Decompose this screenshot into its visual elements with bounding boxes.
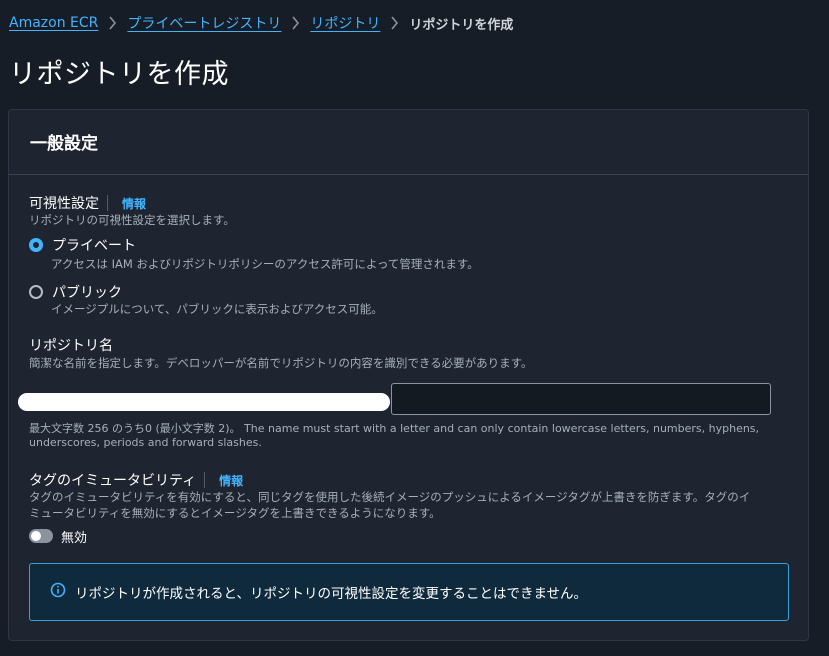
alert-text: リポジトリが作成されると、リポジトリの可視性設定を変更することはできません。 <box>75 586 588 602</box>
radio-public-row[interactable]: パブリック <box>29 282 122 302</box>
breadcrumb-current: リポジトリを作成 <box>409 17 514 33</box>
visibility-info-link[interactable]: 情報 <box>122 195 146 212</box>
chevron-right-icon <box>108 16 117 30</box>
radio-public-label[interactable]: パブリック <box>52 282 122 302</box>
tag-immutability-description-line1: タグのイミュータビリティを有効にすると、同じタグを使用した後続イメージのプッシュ… <box>29 490 751 504</box>
tag-immutability-label-row: タグのイミュータビリティ 情報 <box>29 470 243 490</box>
repository-name-label: リポジトリ名 <box>29 338 113 354</box>
general-settings-panel: 一般設定 <box>8 109 809 641</box>
redacted-registry-prefix <box>18 393 390 411</box>
chevron-right-icon <box>390 16 399 30</box>
divider <box>107 195 108 211</box>
radio-private-description: アクセスは IAM およびリポジトリポリシーのアクセス許可によって管理されます。 <box>51 257 479 271</box>
breadcrumb-link-repositories[interactable]: リポジトリ <box>310 13 380 33</box>
tag-immutability-info-link[interactable]: 情報 <box>219 472 243 489</box>
divider <box>204 472 206 488</box>
radio-public-description: イメージプルについて、パブリックに表示およびアクセス可能。 <box>51 302 383 316</box>
tag-immutability-toggle-label[interactable]: 無効 <box>61 527 87 546</box>
info-circle-icon <box>50 582 66 602</box>
tag-immutability-toggle[interactable] <box>29 529 53 543</box>
breadcrumb-link-private-registry[interactable]: プライベートレジストリ <box>127 13 281 33</box>
tag-immutability-label: タグのイミュータビリティ <box>29 473 197 489</box>
panel-title: 一般設定 <box>30 134 98 154</box>
page-title: リポジトリを作成 <box>9 59 229 90</box>
repository-name-description: 簡潔な名前を指定します。デベロッパーが名前でリポジトリの内容を識別できる必要があ… <box>29 356 533 370</box>
repository-name-constraint-line2: underscores, periods and forward slashes… <box>29 436 262 449</box>
panel-header: 一般設定 <box>9 110 808 175</box>
visibility-settings-label-row: 可視性設定 情報 <box>29 193 146 213</box>
breadcrumb: Amazon ECR プライベートレジストリ リポジトリ リポジトリを作成 <box>9 12 513 34</box>
breadcrumb-link-amazon-ecr[interactable]: Amazon ECR <box>9 15 98 31</box>
repository-name-input[interactable] <box>391 383 771 415</box>
visibility-info-alert: リポジトリが作成されると、リポジトリの可視性設定を変更することはできません。 <box>29 563 789 621</box>
radio-private-label[interactable]: プライベート <box>52 235 136 255</box>
toggle-knob <box>31 531 41 541</box>
radio-private-row[interactable]: プライベート <box>29 235 136 255</box>
visibility-settings-description: リポジトリの可視性設定を選択します。 <box>29 213 235 227</box>
visibility-settings-label: 可視性設定 <box>29 196 99 212</box>
chevron-right-icon <box>291 16 300 30</box>
radio-private[interactable] <box>29 238 43 252</box>
radio-public[interactable] <box>29 285 43 299</box>
repository-name-constraint-line1: 最大文字数 256 のうち0 (最小文字数 2)。 The name must … <box>29 422 760 435</box>
tag-immutability-description-line2: ミュータビリティを無効にするとイメージタグを上書きできるようになります。 <box>29 506 441 520</box>
